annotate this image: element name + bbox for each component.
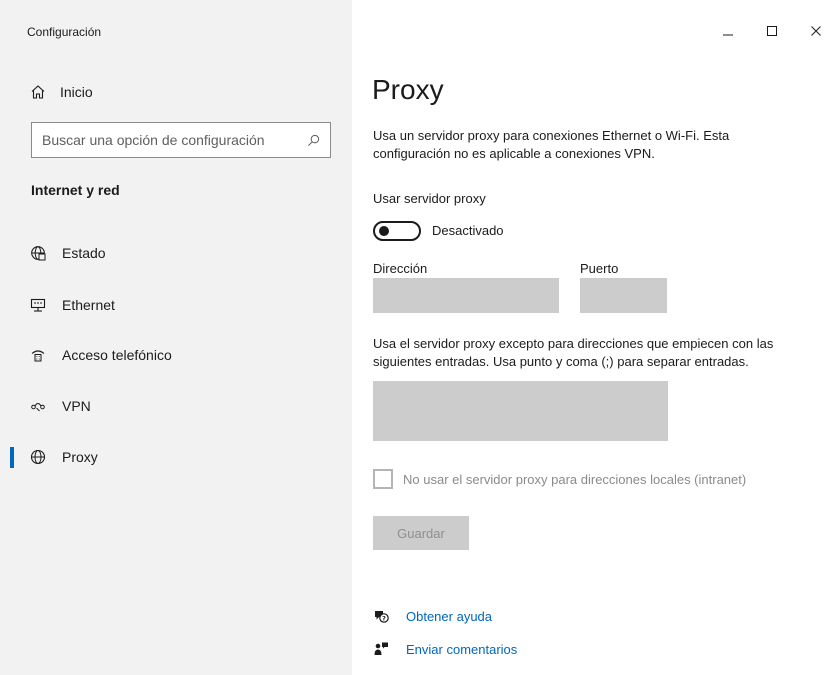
home-label: Inicio bbox=[60, 84, 93, 100]
sidebar-item-label: Proxy bbox=[62, 449, 98, 465]
sidebar-item-ethernet[interactable]: Ethernet bbox=[0, 287, 352, 323]
exceptions-textarea[interactable] bbox=[373, 381, 668, 441]
help-link-label[interactable]: Obtener ayuda bbox=[406, 609, 492, 624]
use-proxy-label: Usar servidor proxy bbox=[373, 191, 486, 206]
help-link[interactable]: ? Obtener ayuda bbox=[373, 608, 492, 624]
search-input[interactable] bbox=[42, 132, 307, 148]
use-proxy-toggle[interactable] bbox=[373, 221, 421, 241]
local-addresses-checkbox[interactable] bbox=[373, 469, 393, 489]
local-addresses-label: No usar el servidor proxy para direccion… bbox=[403, 471, 747, 487]
section-title: Internet y red bbox=[31, 182, 120, 198]
feedback-icon bbox=[374, 642, 388, 655]
minimize-icon bbox=[723, 34, 733, 36]
toggle-knob bbox=[379, 226, 389, 236]
toggle-state-label: Desactivado bbox=[432, 223, 504, 238]
sidebar-item-label: Ethernet bbox=[62, 297, 115, 313]
dialup-icon bbox=[30, 347, 46, 363]
sidebar-item-vpn[interactable]: VPN bbox=[0, 388, 352, 424]
maximize-button[interactable] bbox=[750, 20, 794, 42]
address-label: Dirección bbox=[373, 261, 428, 276]
feedback-link[interactable]: Enviar comentarios bbox=[373, 641, 517, 657]
page-title: Proxy bbox=[372, 74, 444, 105]
save-button[interactable]: Guardar bbox=[373, 516, 469, 550]
search-icon[interactable] bbox=[307, 134, 320, 147]
sidebar-item-label: VPN bbox=[62, 398, 91, 414]
home-nav-item[interactable]: Inicio bbox=[30, 80, 93, 104]
help-icon: ? bbox=[375, 611, 389, 623]
vpn-icon bbox=[30, 398, 46, 414]
window-controls bbox=[706, 20, 838, 42]
close-button[interactable] bbox=[794, 20, 838, 42]
globe-icon bbox=[30, 449, 46, 465]
sidebar-item-acceso-telefonico[interactable]: Acceso telefónico bbox=[0, 337, 352, 373]
ethernet-icon bbox=[30, 297, 46, 313]
feedback-link-label[interactable]: Enviar comentarios bbox=[406, 642, 517, 657]
proxy-description: Usa un servidor proxy para conexiones Et… bbox=[373, 128, 730, 161]
app-title: Configuración bbox=[27, 25, 102, 39]
close-icon bbox=[811, 26, 821, 36]
globe-status-icon bbox=[30, 245, 46, 261]
maximize-icon bbox=[767, 26, 777, 36]
sidebar-item-proxy[interactable]: Proxy bbox=[0, 439, 352, 475]
sidebar-item-estado[interactable]: Estado bbox=[0, 235, 352, 271]
address-input[interactable] bbox=[373, 278, 559, 313]
search-box[interactable] bbox=[31, 122, 331, 158]
local-addresses-option[interactable]: No usar el servidor proxy para direccion… bbox=[373, 469, 746, 489]
sidebar-item-label: Acceso telefónico bbox=[62, 347, 172, 363]
svg-text:?: ? bbox=[382, 614, 386, 622]
port-input[interactable] bbox=[580, 278, 667, 313]
exceptions-description: Usa el servidor proxy excepto para direc… bbox=[373, 336, 774, 369]
port-label: Puerto bbox=[580, 261, 619, 276]
sidebar: Configuración Inicio Internet y red Esta… bbox=[0, 0, 352, 675]
minimize-button[interactable] bbox=[706, 20, 750, 42]
sidebar-item-label: Estado bbox=[62, 245, 106, 261]
home-icon bbox=[31, 85, 45, 99]
